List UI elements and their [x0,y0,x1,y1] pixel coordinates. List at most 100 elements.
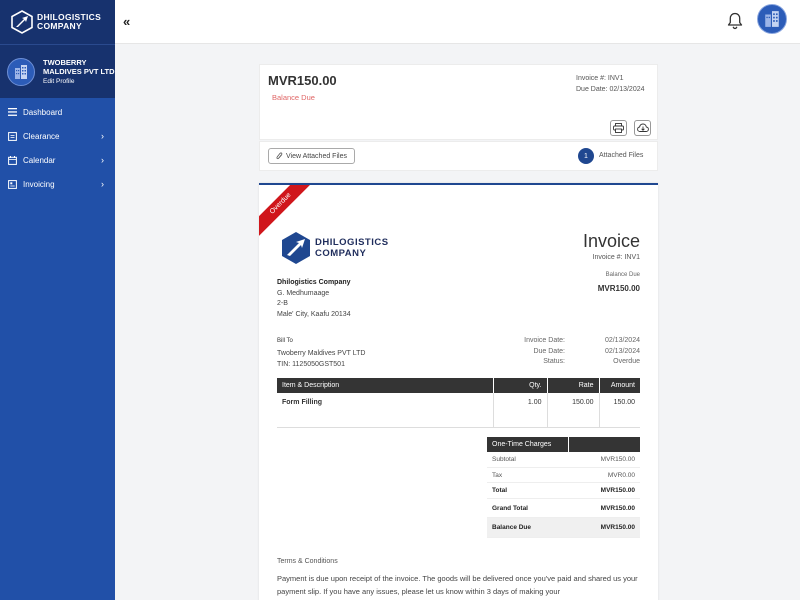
invoice-document: Overdue DHILOGISTICS COMPANY Invoice Inv… [259,183,658,600]
download-button[interactable] [634,120,651,136]
printer-icon [613,123,624,133]
app-root: DHILOGISTICS COMPANY TWOBERRY MALDIVES P… [0,0,800,600]
attached-files-label[interactable]: Attached Files [599,152,643,159]
item-amount: 150.00 [599,393,640,428]
summary-meta: Invoice #: INV1 Due Date: 02/13/2024 [576,73,645,95]
chevron-right-icon: › [101,155,104,165]
user-avatar[interactable] [757,4,787,34]
attachments-bar: View Attached Files 1 Attached Files [259,141,658,171]
attachment-count-badge: 1 [578,148,594,164]
bell-icon[interactable] [727,12,743,30]
logo-icon [11,10,33,34]
total-label: Total [492,487,508,494]
chevron-right-icon: › [101,131,104,141]
chevron-right-icon: › [101,179,104,189]
grand-total-label: Grand Total [492,504,528,512]
items-table: Item & Description Qty. Rate Amount Form… [277,378,640,428]
invoice-dates: Invoice Date: 02/13/2024 Due Date: 02/13/2… [495,336,640,368]
view-attached-files-button[interactable]: View Attached Files [268,148,355,164]
subtotal-label: Subtotal [492,456,516,463]
invoice-logo-line2: COMPANY [315,248,367,259]
topbar: « [115,0,800,44]
tax-value: MVR0.00 [607,471,635,479]
from-address: Dhilogistics Company G. Medhumaage 2-B M… [277,278,351,320]
status-value: Overdue [613,358,640,365]
balance-due-row: Balance Due MVR150.00 [487,518,640,538]
terms-text: Payment is due upon receipt of the invoi… [277,574,638,596]
item-description: Form Filling [277,393,494,428]
edit-profile-link[interactable]: Edit Profile [43,77,115,86]
invoice-logo: DHILOGISTICS COMPANY [281,231,389,265]
balance-due-label: Balance Due [605,272,640,278]
column-header: Rate [547,378,600,393]
charges-header-bar [569,437,640,452]
clipboard-icon [8,131,17,141]
column-header: Qty. [493,378,548,393]
charges-header: One-Time Charges [487,437,569,452]
paperclip-icon [276,152,283,159]
building-icon [765,11,779,27]
print-button[interactable] [610,120,627,136]
sidebar-menu: Dashboard Clearance › Calendar › Invoici… [0,98,115,196]
summary-amount: MVR150.00 [268,73,337,88]
sidebar-logo[interactable]: DHILOGISTICS COMPANY [0,0,115,44]
invoice-summary-card: MVR150.00 Balance Due Invoice #: INV1 Du… [259,64,658,140]
bill-to: Bill To Twoberry Maldives PVT LTD TIN: 1… [277,336,365,370]
balance-value: MVR150.00 [600,524,635,531]
total-row: Total MVR150.00 [487,483,640,499]
sidebar-item-clearance[interactable]: Clearance › [0,124,115,148]
collapse-sidebar-button[interactable]: « [123,14,130,29]
grand-total-value: MVR150.00 [600,504,635,512]
due-date: 02/13/2024 [604,347,640,355]
from-name: Dhilogistics Company [277,279,351,286]
from-line1: G. Medhumaage [277,289,330,297]
tax-row: Tax MVR0.00 [487,468,640,483]
totals-section: One-Time Charges Subtotal MVR150.00 Tax MV… [487,437,640,538]
table-row: Form Filling 1.00 150.00 150.00 [277,393,640,428]
column-header: Item & Description [277,378,494,393]
calendar-icon [8,155,17,165]
sidebar-item-dashboard[interactable]: Dashboard [0,100,115,124]
status-label: Status: [543,358,565,365]
invoice-number: Invoice #: INV1 [592,254,640,261]
summary-due-date: Due Date: 02/13/2024 [576,86,645,93]
logo-line2: COMPANY [37,21,82,31]
sidebar-item-label: Dashboard [23,107,63,117]
invoice-logo-line1: DHILOGISTICS [315,237,389,248]
bill-to-name: Twoberry Maldives PVT LTD [277,350,366,357]
company-avatar[interactable] [7,57,35,86]
total-value: MVR150.00 [600,487,635,494]
column-header: Amount [599,378,640,393]
sidebar-item-label: Invoicing [23,179,55,189]
due-date-label: Due Date: [533,347,565,355]
item-rate: 150.00 [547,393,600,428]
invoice-date-label: Invoice Date: [524,337,565,344]
company-name: TWOBERRY MALDIVES PVT LTD [43,57,115,76]
invoice-date: 02/13/2024 [604,337,640,344]
bill-to-tin: TIN: 1125050GST501 [277,361,345,368]
logo-icon [282,232,310,264]
sidebar-item-calendar[interactable]: Calendar › [0,148,115,172]
summary-status: Balance Due [272,93,315,102]
cloud-download-icon [636,123,649,132]
sidebar: DHILOGISTICS COMPANY TWOBERRY MALDIVES P… [0,0,115,600]
tax-label: Tax [492,471,503,479]
subtotal-value: MVR150.00 [600,456,635,463]
subtotal-row: Subtotal MVR150.00 [487,452,640,468]
building-icon [15,64,27,79]
sidebar-profile: TWOBERRY MALDIVES PVT LTD Edit Profile [0,44,115,98]
sidebar-item-label: Calendar [23,155,56,165]
sidebar-item-invoicing[interactable]: Invoicing › [0,172,115,196]
balance-due-value: MVR150.00 [597,284,640,293]
summary-invoice-number: Invoice #: INV1 [576,75,624,82]
sidebar-item-label: Clearance [23,131,60,141]
bill-to-label: Bill To [277,338,293,344]
item-qty: 1.00 [493,393,548,428]
grand-total-row: Grand Total MVR150.00 [487,499,640,518]
terms-heading: Terms & Conditions [277,558,338,565]
invoice-icon [8,179,17,189]
from-line3: Male' City, Kaafu 20134 [277,310,351,318]
balance-label: Balance Due [492,524,532,531]
invoice-title: Invoice [582,231,640,251]
view-attached-files-label: View Attached Files [286,152,347,160]
